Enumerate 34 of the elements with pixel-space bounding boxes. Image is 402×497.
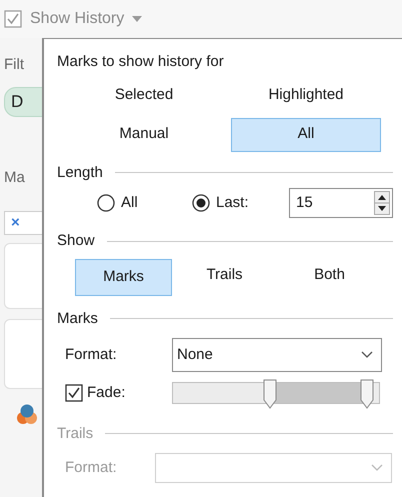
format-label: Format: — [65, 344, 118, 365]
section-heading: Trails — [57, 424, 94, 444]
section-heading: Length — [57, 162, 103, 182]
slider-thumb[interactable] — [360, 379, 374, 410]
option-button[interactable]: Selected — [69, 78, 219, 112]
radio-option[interactable]: All — [97, 192, 192, 214]
checkbox[interactable] — [4, 10, 22, 28]
filter-pill[interactable]: D — [4, 86, 42, 116]
radio-option[interactable]: Last: — [192, 192, 289, 214]
count-spinbox[interactable]: 15 — [289, 188, 393, 218]
section-heading: Marks — [57, 308, 98, 328]
dropdown-caret-icon — [132, 16, 142, 22]
radio-button[interactable] — [97, 194, 115, 212]
option-button[interactable]: Both — [277, 258, 382, 292]
section-heading: Show — [57, 231, 95, 251]
checkbox[interactable] — [65, 384, 83, 402]
section-heading: Marks to show history for — [57, 52, 225, 72]
option-button[interactable]: Trails — [172, 258, 277, 292]
marks-label: Ma — [4, 168, 26, 188]
logo-icon — [16, 403, 38, 425]
option-button[interactable]: All — [231, 118, 381, 152]
spin-arrows-icon — [374, 191, 390, 215]
format-label: Format: — [65, 458, 118, 478]
slider-thumb[interactable] — [262, 379, 277, 410]
filters-label: Filt — [4, 55, 25, 75]
option-button[interactable]: Highlighted — [231, 78, 381, 112]
field-pill[interactable]: × — [4, 211, 42, 235]
option-button[interactable]: Marks — [75, 258, 172, 296]
format-dropdown[interactable]: None — [172, 338, 382, 372]
radio-button[interactable] — [192, 194, 210, 212]
option-button[interactable]: Manual — [69, 118, 219, 152]
chevron-down-icon — [361, 351, 373, 359]
chevron-down-icon — [371, 464, 383, 472]
fade-label: Fade: — [87, 383, 126, 403]
